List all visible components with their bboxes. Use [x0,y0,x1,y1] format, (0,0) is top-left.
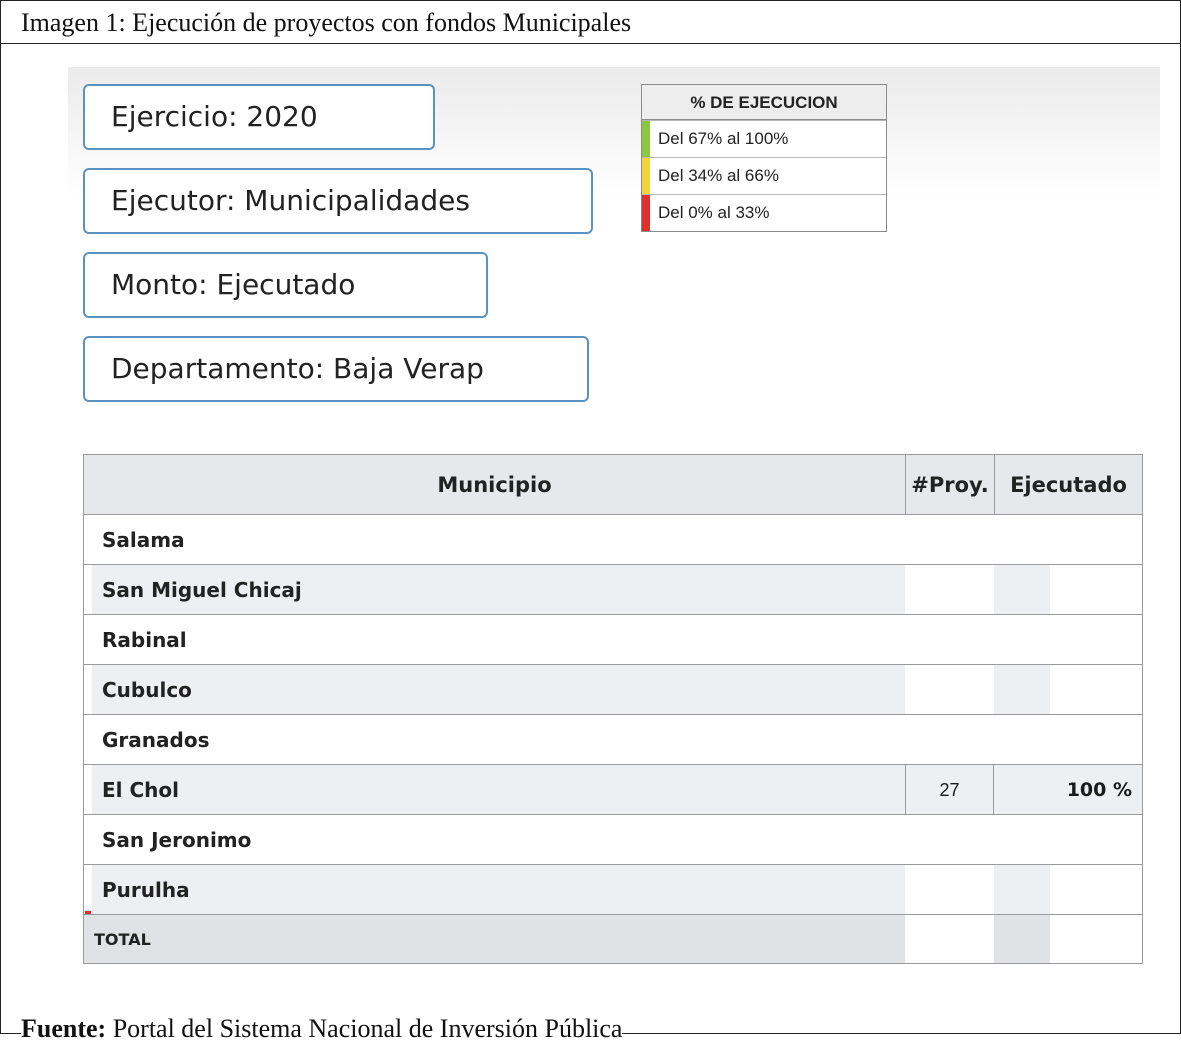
filter-ejecutor[interactable]: Ejecutor: Municipalidades [83,168,593,234]
legend-swatch-yellow [642,158,650,194]
figure-caption: Imagen 1: Ejecución de proyectos con fon… [21,8,632,37]
municipio-table: Municipio #Proy. Ejecutado Salama San Mi… [83,454,1143,964]
table-row[interactable]: Salama [84,515,1142,565]
table-row[interactable]: Cubulco [84,665,1142,715]
cell-ejecutado [994,865,1142,914]
cell-ejecutado [994,515,1142,564]
source-text: Portal del Sistema Nacional de Inversión… [106,1014,623,1043]
cell-municipio: San Miguel Chicaj [92,565,905,614]
cell-municipio: Cubulco [92,665,905,714]
execution-legend: % DE EJECUCION Del 67% al 100% Del 34% a… [641,84,887,232]
cell-proyectos [905,865,994,914]
cell-ejecutado [994,615,1142,664]
cell-ejecutado [994,565,1142,614]
cell-municipio: Rabinal [102,628,187,652]
header-ejecutado[interactable]: Ejecutado [994,455,1142,515]
cell-proyectos [905,815,994,864]
cell-municipio: San Jeronimo [102,828,252,852]
table-row[interactable]: Granados [84,715,1142,765]
cell-municipio: Granados [102,728,210,752]
legend-item-low: Del 0% al 33% [642,194,886,231]
header-proyectos[interactable]: #Proy. [905,455,994,515]
cell-ejecutado [994,815,1142,864]
cell-proyectos [905,615,994,664]
legend-swatch-red [642,195,650,231]
caption-bar: Imagen 1: Ejecución de proyectos con fon… [0,0,1181,44]
legend-swatch-green [642,121,650,157]
cell-municipio: Purulha [92,865,905,914]
total-label: TOTAL [84,915,905,963]
legend-item-medium: Del 34% al 66% [642,157,886,194]
table-row[interactable]: El Chol 27 100 % [84,765,1142,815]
source-label: Fuente: [21,1014,107,1043]
cell-proyectos [905,515,994,564]
cell-proyectos [905,665,994,714]
legend-item-label: Del 34% al 66% [658,166,779,185]
cell-proyectos [905,565,994,614]
table-row[interactable]: Purulha [84,865,1142,915]
table-row[interactable]: San Miguel Chicaj [84,565,1142,615]
table-row[interactable]: Rabinal [84,615,1142,665]
cell-ejecutado [994,715,1142,764]
total-proyectos [905,915,994,963]
cell-ejecutado: 100 % [994,765,1142,814]
red-indicator-mark [85,911,91,914]
total-row: TOTAL [84,911,1142,963]
cell-proyectos [905,715,994,764]
cell-municipio: El Chol [92,765,905,814]
filter-departamento[interactable]: Departamento: Baja Verap [83,336,589,402]
screenshot-panel: Ejercicio: 2020 Ejecutor: Municipalidade… [68,67,1160,987]
legend-item-label: Del 67% al 100% [658,129,789,148]
filter-monto[interactable]: Monto: Ejecutado [83,252,488,318]
cell-ejecutado [994,665,1142,714]
filter-ejercicio[interactable]: Ejercicio: 2020 [83,84,435,150]
legend-title: % DE EJECUCION [642,85,886,120]
cell-proyectos: 27 [905,765,994,814]
header-municipio[interactable]: Municipio [84,455,905,515]
legend-item-high: Del 67% al 100% [642,120,886,157]
legend-item-label: Del 0% al 33% [658,203,770,222]
source-note: Fuente: Portal del Sistema Nacional de I… [21,1014,623,1044]
table-row[interactable]: San Jeronimo [84,815,1142,865]
total-ejecutado [994,915,1142,963]
cell-municipio: Salama [102,528,185,552]
